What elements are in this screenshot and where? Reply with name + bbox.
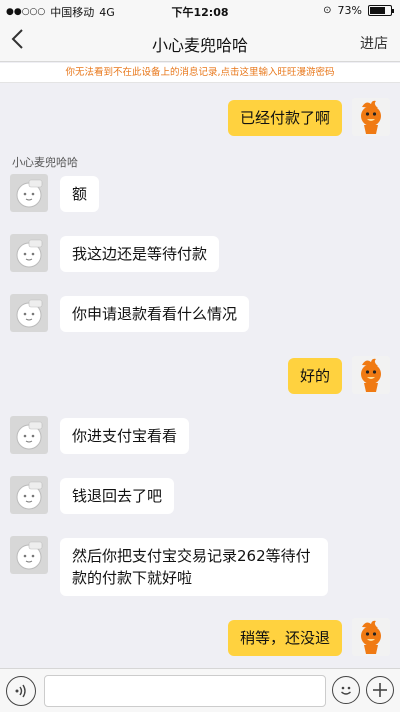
voice-icon	[15, 684, 26, 698]
roaming-password-notice[interactable]: 你无法看到不在此设备上的消息记录,点击这里输入旺旺漫游密码	[0, 63, 400, 83]
avatar[interactable]	[10, 476, 48, 514]
battery-percent: 73%	[337, 4, 362, 17]
message-bubble-incoming[interactable]: 我这边还是等待付款	[60, 236, 220, 272]
message-input[interactable]	[44, 675, 326, 707]
orange-mascot-icon	[361, 620, 381, 654]
default-avatar-icon	[16, 541, 43, 570]
visit-store-button[interactable]: 进店	[360, 33, 388, 53]
message-bubble-incoming[interactable]: 额	[60, 176, 100, 212]
message-bubble-outgoing[interactable]: 稍等，还没退	[227, 620, 342, 656]
plus-icon	[373, 683, 387, 697]
sender-name: 小心麦兜哈哈	[12, 156, 78, 169]
chat-area[interactable]: 已经付款了啊 小心麦兜哈哈 额 我这边还是等待付款 你申请退款看看什么情况 好的…	[0, 84, 400, 668]
orange-mascot-icon	[361, 358, 381, 392]
avatar[interactable]	[352, 618, 390, 656]
avatar[interactable]	[10, 416, 48, 454]
battery-icon	[368, 5, 394, 16]
default-avatar-icon	[16, 481, 43, 510]
message-bubble-incoming[interactable]: 钱退回去了吧	[60, 478, 175, 514]
default-avatar-icon	[16, 179, 43, 208]
message-bubble-outgoing[interactable]: 已经付款了啊	[227, 100, 342, 136]
rotation-lock-icon: ⊙	[323, 5, 332, 16]
emoji-button[interactable]	[332, 676, 360, 704]
message-bubble-incoming[interactable]: 你进支付宝看看	[60, 418, 190, 454]
message-bubble-outgoing[interactable]: 好的	[287, 358, 342, 394]
message-bubble-incoming[interactable]: 然后你把支付宝交易记录262等待付款的付款下就好啦	[60, 538, 328, 596]
avatar[interactable]	[10, 234, 48, 272]
voice-button[interactable]	[6, 676, 36, 706]
status-bar: ●●○○○ 中国移动 4G 下午12:08 ⊙ 73%	[0, 0, 400, 22]
avatar[interactable]	[10, 536, 48, 574]
default-avatar-icon	[16, 421, 43, 450]
avatar[interactable]	[352, 356, 390, 394]
emoji-icon	[341, 686, 351, 695]
message-bubble-incoming[interactable]: 你申请退款看看什么情况	[60, 296, 250, 332]
default-avatar-icon	[16, 239, 43, 268]
avatar[interactable]	[352, 98, 390, 136]
orange-mascot-icon	[361, 100, 381, 134]
avatar[interactable]	[10, 174, 48, 212]
more-button[interactable]	[366, 676, 394, 704]
avatar[interactable]	[10, 294, 48, 332]
default-avatar-icon	[16, 299, 43, 328]
page-title: 小心麦兜哈哈	[151, 36, 248, 55]
nav-bar: 小心麦兜哈哈 进店	[0, 22, 400, 62]
input-bar	[0, 668, 400, 712]
